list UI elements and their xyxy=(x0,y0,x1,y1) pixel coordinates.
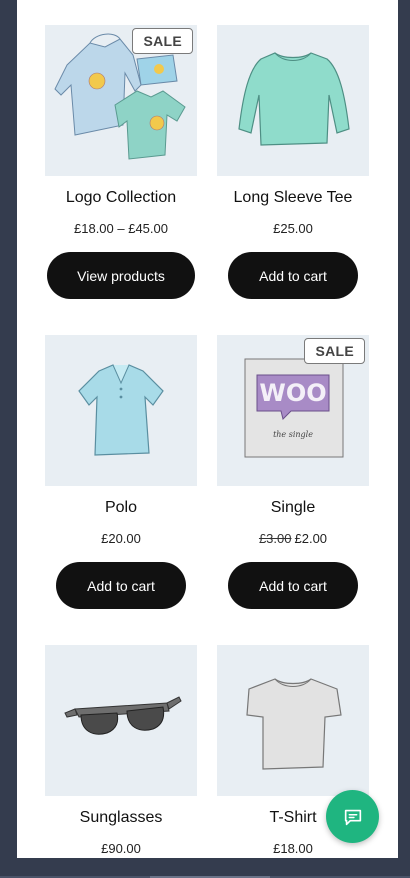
product-price: £18.00 xyxy=(217,840,369,858)
product-image-single[interactable]: WOO the single SALE xyxy=(217,335,369,486)
product-image-t-shirt[interactable] xyxy=(217,645,369,796)
chat-bubble-icon xyxy=(344,809,361,825)
sunglasses-illustration xyxy=(64,696,182,735)
product-image-sunglasses[interactable] xyxy=(45,645,197,796)
polo-illustration xyxy=(78,364,164,456)
t-shirt-illustration xyxy=(246,678,342,770)
product-price: £18.00 – £45.00 xyxy=(45,220,197,238)
price-original: £3.00 xyxy=(258,531,292,546)
product-title[interactable]: Logo Collection xyxy=(45,188,197,208)
chat-button[interactable] xyxy=(326,790,379,843)
add-to-cart-button[interactable]: Add to cart xyxy=(228,562,358,609)
product-title[interactable]: Single xyxy=(217,498,369,518)
product-card-long-sleeve-tee: Long Sleeve Tee £25.00 Add to cart xyxy=(217,25,369,299)
album-logo-text: WOO xyxy=(259,379,326,407)
add-to-cart-button[interactable]: Add to cart xyxy=(228,252,358,299)
product-title[interactable]: Sunglasses xyxy=(45,808,197,828)
shop-page: SALE Logo Collection £18.00 – £45.00 Vie… xyxy=(17,0,398,858)
product-card-sunglasses: Sunglasses £90.00 xyxy=(45,645,197,858)
product-image-logo-collection[interactable]: SALE xyxy=(45,25,197,176)
product-title[interactable]: Polo xyxy=(45,498,197,518)
price-current: £18.00 – £45.00 xyxy=(74,221,168,236)
product-card-logo-collection: SALE Logo Collection £18.00 – £45.00 Vie… xyxy=(45,25,197,299)
album-caption: the single xyxy=(273,430,313,439)
price-current: £20.00 xyxy=(101,531,141,546)
view-products-button[interactable]: View products xyxy=(47,252,195,299)
add-to-cart-button[interactable]: Add to cart xyxy=(56,562,186,609)
product-price: £90.00 xyxy=(45,840,197,858)
price-current: £25.00 xyxy=(273,221,313,236)
product-price: £20.00 xyxy=(45,530,197,548)
product-image-long-sleeve-tee[interactable] xyxy=(217,25,369,176)
sale-badge: SALE xyxy=(304,338,365,364)
product-price: £25.00 xyxy=(217,220,369,238)
sale-badge: SALE xyxy=(132,28,193,54)
price-current: £18.00 xyxy=(273,841,313,856)
price-current: £2.00 xyxy=(294,531,328,546)
product-card-polo: Polo £20.00 Add to cart xyxy=(45,335,197,609)
product-title[interactable]: Long Sleeve Tee xyxy=(217,188,369,208)
price-current: £90.00 xyxy=(101,841,141,856)
product-price: £3.00 £2.00 xyxy=(217,530,369,548)
product-image-polo[interactable] xyxy=(45,335,197,486)
long-sleeve-tee-illustration xyxy=(238,52,350,146)
product-card-single: WOO the single SALE Single £3.00 £2.00 Ad… xyxy=(217,335,369,609)
